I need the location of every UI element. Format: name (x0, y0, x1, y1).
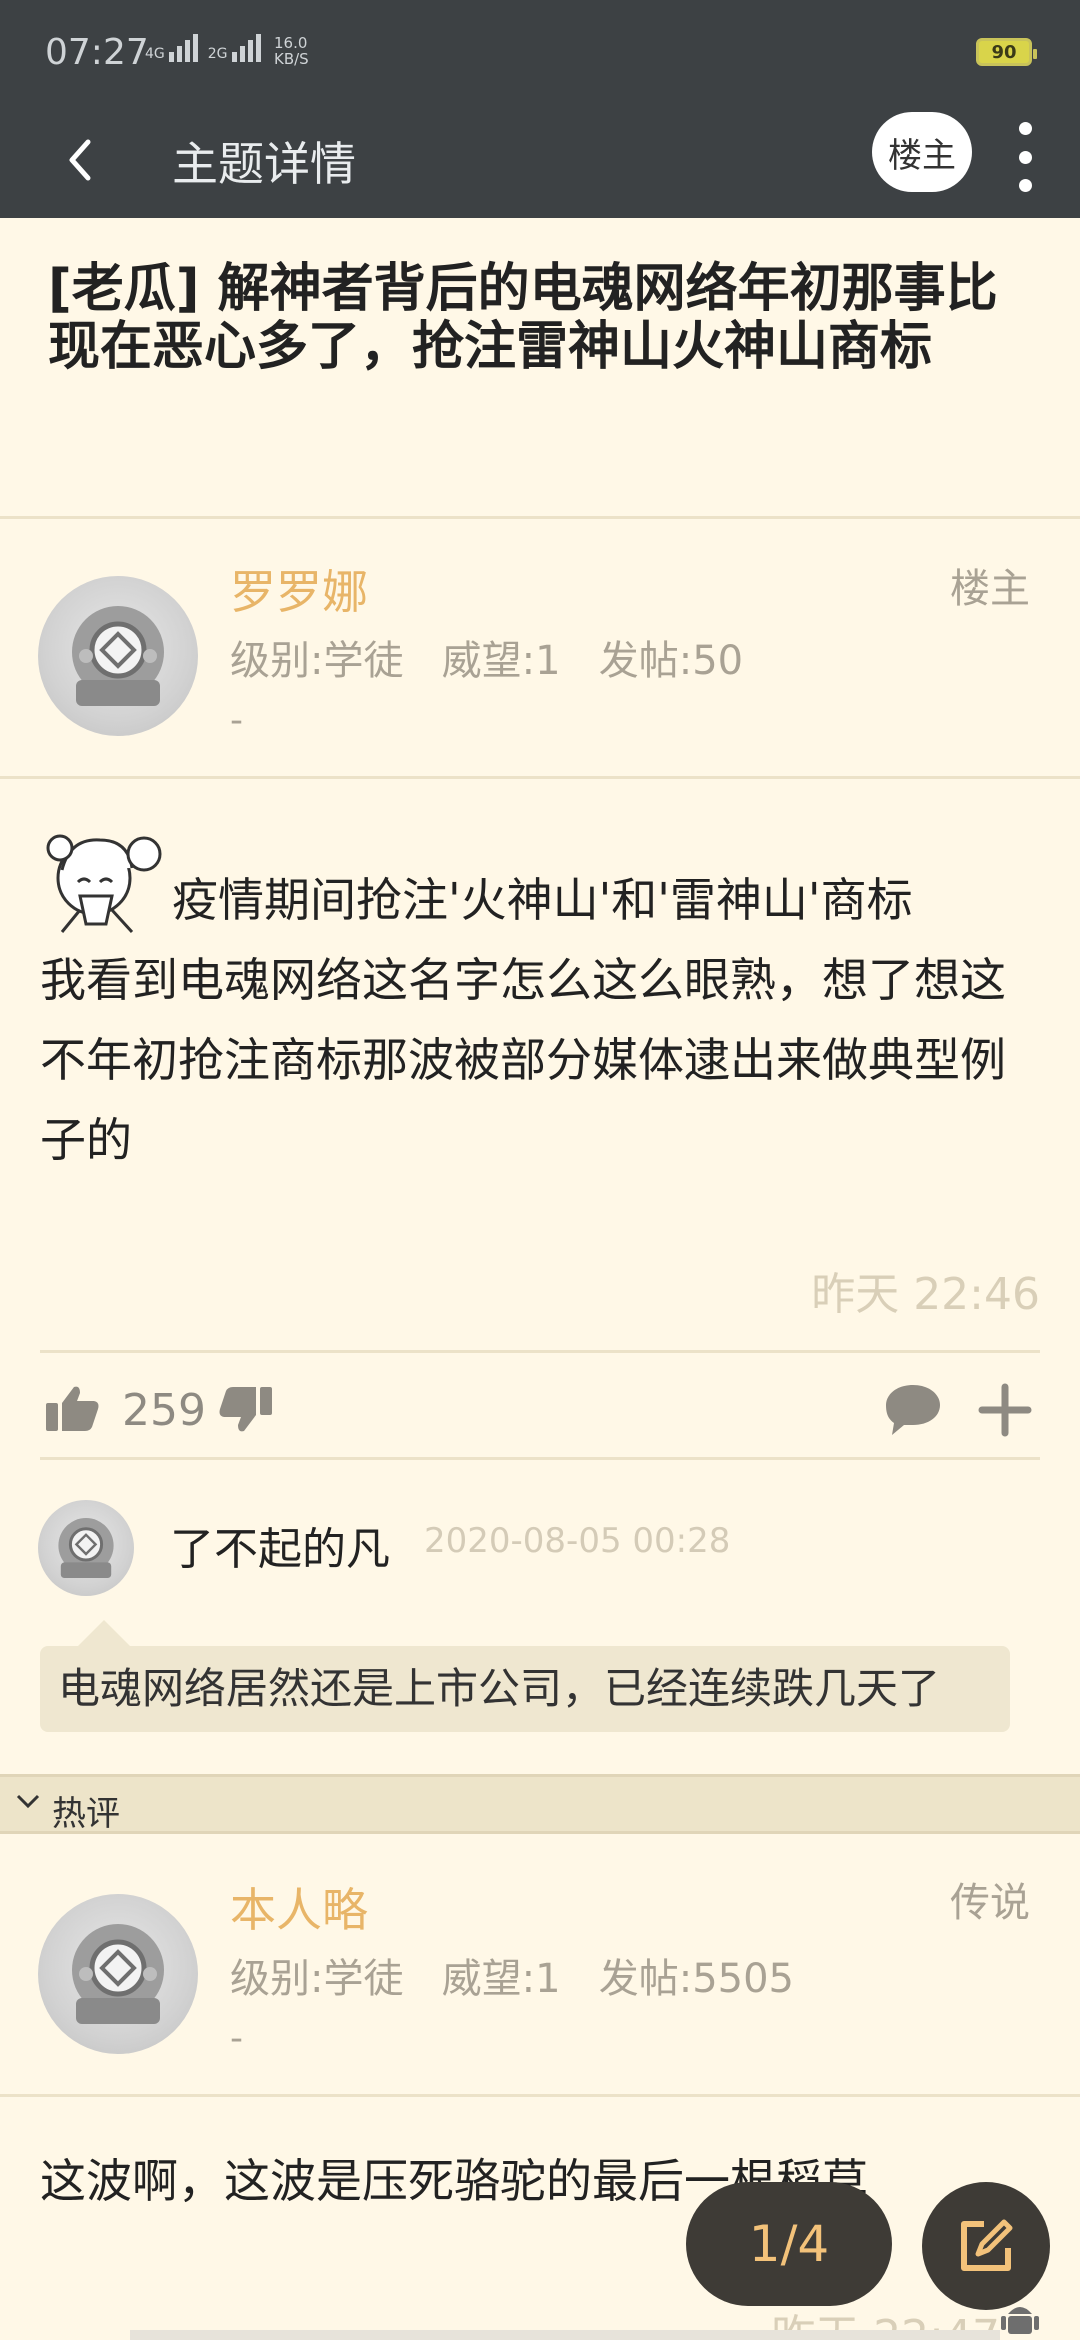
edit-icon (961, 2219, 1013, 2271)
page-title: 主题详情 (172, 137, 356, 191)
op-level: 级别:学徒 (230, 638, 404, 684)
more-dot-icon (1018, 150, 1032, 164)
divider (0, 2094, 1080, 2097)
network-2-label: 2G (207, 46, 228, 62)
anime-sticker-icon (46, 834, 162, 934)
status-time: 07:27 (45, 32, 149, 73)
page-indicator-button[interactable]: 1/4 (686, 2182, 892, 2306)
more-menu-button[interactable] (1010, 122, 1040, 192)
sub-comment-time: 2020-08-05 00:28 (424, 1521, 731, 1561)
op-meta: 级别:学徒 威望:1 发帖:50 (230, 628, 743, 686)
thumbs-up-icon[interactable] (44, 1383, 100, 1433)
signal-1-icon (168, 34, 198, 62)
network-indicators: 4G 2G (145, 34, 261, 62)
only-owner-button[interactable]: 楼主 (872, 112, 972, 192)
chevron-left-icon (69, 139, 91, 181)
status-bar: 07:27 4G 2G 16.0 KB/S 90 (0, 0, 1080, 108)
network-speed: 16.0 KB/S (274, 35, 309, 67)
network-2: 2G (208, 34, 261, 62)
hot-comments-label: 热评 (52, 1794, 120, 1834)
android-icon (1001, 2307, 1039, 2334)
thumbs-down-icon[interactable] (218, 1385, 274, 1435)
op-posts: 发帖:50 (598, 638, 744, 684)
post-time: 昨天 22:46 (811, 1269, 1040, 1320)
reply-tag: 传说 (950, 1880, 1030, 1926)
like-count: 259 (122, 1385, 206, 1436)
sub-comment-username[interactable]: 了不起的凡 (170, 1513, 390, 1577)
speed-value: 16.0 (274, 34, 308, 52)
diving-helmet-icon (58, 1518, 114, 1578)
sub-comment-bubble[interactable]: 电魂网络居然还是上市公司，已经连续跌几天了 (40, 1620, 1010, 1732)
reply-posts: 发帖:5505 (598, 1956, 795, 2002)
post-line-1: 疫情期间抢注'火神山'和'雷神山'商标 (172, 873, 913, 927)
diving-helmet-icon (72, 606, 164, 706)
battery-level: 90 (991, 41, 1017, 63)
chevron-down-icon (16, 1794, 40, 1809)
app-bar: 主题详情 楼主 (0, 108, 1080, 218)
speed-unit: KB/S (274, 50, 309, 68)
hot-comments-header[interactable]: 热评 (0, 1774, 1080, 1834)
diving-helmet-icon (72, 1924, 164, 2024)
plus-icon[interactable] (978, 1383, 1032, 1437)
avatar[interactable] (38, 1894, 198, 2054)
avatar[interactable] (38, 576, 198, 736)
network-1: 4G (145, 34, 198, 62)
compose-button[interactable] (922, 2182, 1050, 2310)
op-prestige: 威望:1 (441, 638, 561, 684)
comment-bubble-icon[interactable] (882, 1381, 944, 1437)
topic-title: [老瓜] 解神者背后的电魂网络年初那事比现在恶心多了，抢注雷神山火神山商标 (48, 259, 998, 377)
more-dot-icon (1018, 179, 1032, 192)
signal-2-icon (231, 34, 261, 62)
post-actions: 259 (40, 1350, 1040, 1460)
reply-username[interactable]: 本人略 (230, 1874, 368, 1940)
op-signature: - (230, 700, 243, 741)
bottom-scroll-strip (130, 2330, 1000, 2340)
reply-signature: - (230, 2018, 243, 2059)
reply-level: 级别:学徒 (230, 1956, 404, 2002)
back-button[interactable] (50, 130, 110, 190)
op-tag: 楼主 (950, 566, 1030, 612)
divider (0, 516, 1080, 519)
divider (0, 776, 1080, 779)
reply-meta: 级别:学徒 威望:1 发帖:5505 (230, 1946, 794, 2004)
top-bar: 07:27 4G 2G 16.0 KB/S 90 主题详情 楼主 (0, 0, 1080, 218)
more-dot-icon (1018, 122, 1032, 135)
post-line-2: 我看到电魂网络这名字怎么这么眼熟，想了想这不年初抢注商标那波被部分媒体逮出来做典… (40, 953, 1006, 1167)
post-body: 疫情期间抢注'火神山'和'雷神山'商标 我看到电魂网络这名字怎么这么眼熟，想了想… (40, 820, 1040, 1180)
avatar[interactable] (38, 1500, 134, 1596)
reply-prestige: 威望:1 (441, 1956, 561, 2002)
network-1-label: 4G (145, 46, 165, 62)
battery-icon: 90 (976, 38, 1037, 66)
op-username[interactable]: 罗罗娜 (230, 556, 368, 622)
